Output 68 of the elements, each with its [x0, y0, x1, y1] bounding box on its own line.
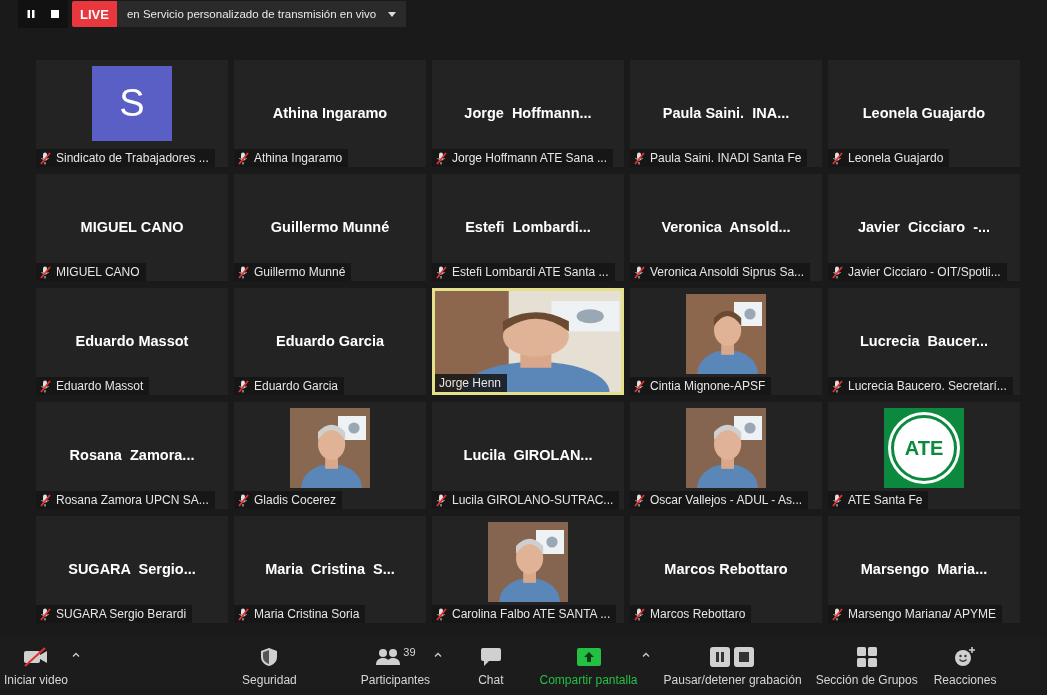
recording-button[interactable]: Pausar/detener grabación	[663, 646, 802, 687]
participant-name: Marcos Rebottaro	[664, 560, 788, 577]
smiley-icon	[954, 646, 977, 667]
participant-label: Marsengo Mariana/ APYME	[828, 605, 1003, 623]
participant-name: Maria Cristina S...	[265, 560, 395, 577]
chat-button[interactable]: Chat	[478, 646, 504, 687]
start-video-button[interactable]: Iniciar video	[4, 646, 69, 687]
participant-label: Guillermo Munné	[234, 263, 352, 281]
participant-label: Jorge Hoffmann ATE Sana ...	[432, 149, 613, 167]
participant-name: Jorge Hoffmann...	[464, 104, 592, 121]
participant-name: Lucila GIROLAN...	[463, 446, 593, 463]
participant-label: Eduardo Garcia	[234, 377, 345, 395]
participant-name: Veronica Ansold...	[661, 218, 791, 235]
participant-label: MIGUEL CANO	[36, 263, 146, 281]
participant-label: Eduardo Massot	[36, 377, 150, 395]
participant-label: Sindicato de Trabajadores ...	[36, 149, 215, 167]
caret-icon	[388, 11, 397, 17]
grid-icon	[856, 646, 877, 667]
pause-stop-icon	[709, 646, 756, 667]
participant-label: Lucila GIROLANO-SUTRAC...	[432, 491, 620, 509]
participant-label: Maria Cristina Soria	[234, 605, 366, 623]
reactions-button[interactable]: Reacciones	[933, 646, 997, 687]
participant-name: MIGUEL CANO	[80, 218, 184, 235]
share-screen-icon	[576, 647, 601, 666]
participant-label: Lucrecia Baucero. Secretarí...	[828, 377, 1013, 395]
stream-dropdown[interactable]: en Servicio personalizado de transmisión en vivo	[116, 1, 407, 27]
participant-name: Eduardo Massot	[75, 332, 189, 349]
participant-label: Paula Saini. INADI Santa Fe	[630, 149, 808, 167]
participant-label: Veronica Ansoldi Siprus Sa...	[630, 263, 811, 281]
participant-label: Athina Ingaramo	[234, 149, 349, 167]
caret-icon[interactable]	[72, 652, 81, 657]
participant-label: Estefi Lombardi ATE Santa ...	[432, 263, 615, 281]
participant-label: Jorge Henn	[435, 374, 508, 392]
participant-label: Rosana Zamora UPCN SA...	[36, 491, 215, 509]
participant-label: SUGARA Sergio Berardi	[36, 605, 193, 623]
participant-label: Oscar Vallejos - ADUL - As...	[630, 491, 809, 509]
participant-name: Marsengo Maria...	[860, 560, 988, 577]
participant-name: Eduardo Garcia	[276, 332, 384, 349]
participant-name: Guillermo Munné	[270, 218, 390, 235]
participant-label: Cintia Mignone-APSF	[630, 377, 772, 395]
chat-icon	[479, 646, 502, 667]
participant-name: Rosana Zamora...	[69, 446, 195, 463]
participants-button[interactable]: 39 Participantes	[360, 646, 431, 687]
live-badge: LIVE	[72, 1, 117, 27]
share-screen-button[interactable]: Compartir pantalla	[539, 646, 638, 687]
participant-label: Gladis Cocerez	[234, 491, 343, 509]
participant-name: Athina Ingaramo	[272, 104, 388, 121]
participant-label: Leonela Guajardo	[828, 149, 950, 167]
pause-button[interactable]	[26, 9, 36, 19]
people-icon	[375, 647, 402, 666]
caret-icon[interactable]	[434, 652, 443, 657]
breakout-rooms-button[interactable]: Sección de Grupos	[815, 646, 918, 687]
participant-name: Estefi Lombardi...	[465, 218, 591, 235]
participant-name: Leonela Guajardo	[862, 104, 986, 121]
shield-icon	[260, 646, 279, 667]
stop-button[interactable]	[50, 9, 60, 19]
participant-name: Paula Saini. INA...	[662, 104, 790, 121]
participant-label: Javier Cicciaro - OIT/Spotli...	[828, 263, 1007, 281]
participant-name: Lucrecia Baucer...	[859, 332, 989, 349]
participant-name: SUGARA Sergio...	[68, 560, 196, 577]
security-button[interactable]: Seguridad	[242, 646, 297, 687]
avatar: S	[92, 66, 172, 141]
participant-name: Javier Cicciaro -...	[857, 218, 991, 235]
logo-icon: ATE	[884, 408, 964, 488]
participant-label: ATE Santa Fe	[828, 491, 929, 509]
caret-icon[interactable]	[641, 652, 650, 657]
participant-label: Carolina Falbo ATE SANTA ...	[432, 605, 617, 623]
participant-label: Marcos Rebottaro	[630, 605, 752, 623]
